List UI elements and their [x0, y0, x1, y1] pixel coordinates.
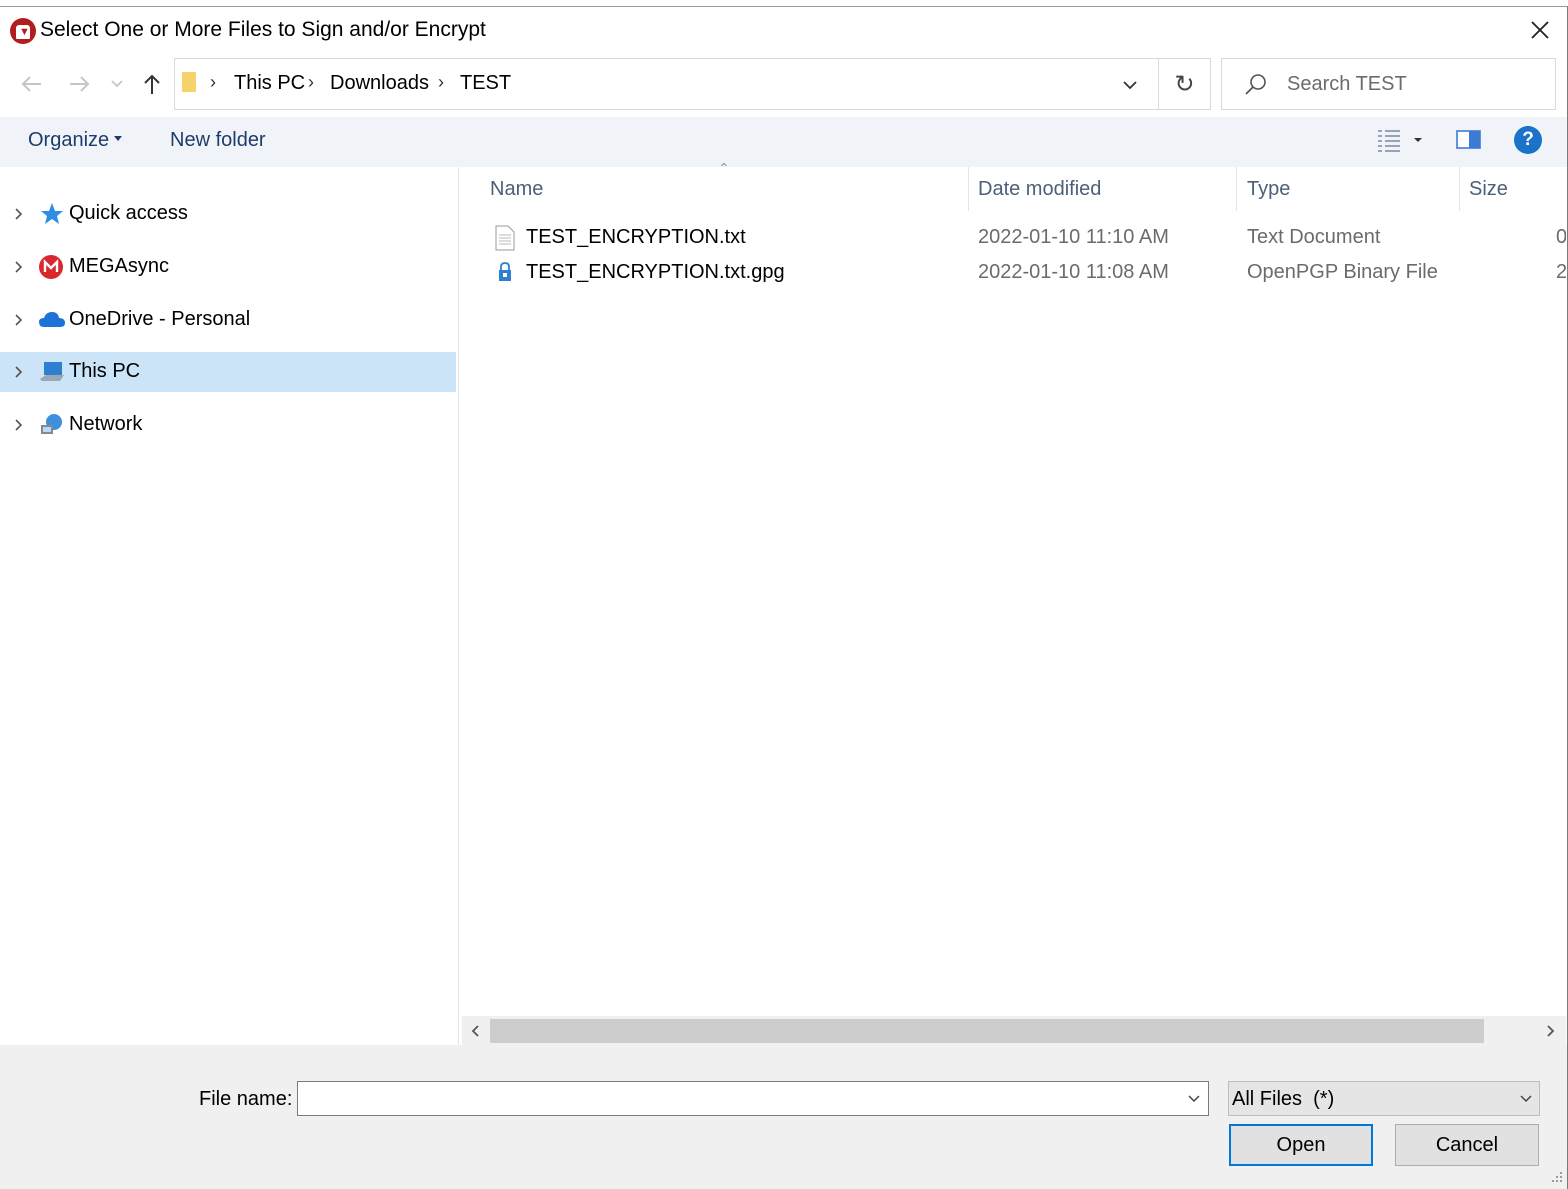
arrow-right-icon [70, 76, 90, 92]
navigation-pane: Quick access MEGAsync OneDrive - Persona… [0, 167, 458, 1045]
forward-button[interactable] [61, 66, 97, 102]
nav-item-label: Network [69, 413, 143, 435]
dialog-title: Select One or More Files to Sign and/or … [40, 18, 486, 41]
bottom-panel [0, 1045, 1567, 1189]
file-date-modified: 2022-01-10 11:10 AM [978, 226, 1169, 248]
file-type-dropdown[interactable] [1514, 1088, 1538, 1110]
text-file-icon [495, 225, 515, 251]
preview-pane-button[interactable] [1454, 126, 1484, 154]
file-row[interactable]: TEST_ENCRYPTION.txt.gpg 2022-01-10 11:08… [490, 257, 1566, 291]
search-icon [1243, 72, 1269, 98]
preview-pane-icon [1456, 130, 1481, 149]
column-header-size[interactable]: Size [1469, 178, 1508, 201]
breadcrumb-separator-icon: › [438, 72, 444, 92]
scroll-left-button[interactable] [466, 1020, 486, 1042]
chevron-right-icon[interactable] [12, 362, 26, 382]
file-name-input[interactable] [297, 1081, 1209, 1116]
file-name: TEST_ENCRYPTION.txt [526, 226, 746, 248]
folder-icon [182, 72, 196, 92]
nav-item-this-pc[interactable]: This PC [0, 352, 456, 392]
chevron-right-icon[interactable] [12, 257, 26, 277]
file-size: 0 [1556, 226, 1566, 248]
arrow-left-icon [21, 76, 41, 92]
up-button[interactable] [134, 66, 170, 102]
chevron-down-icon [1520, 1095, 1532, 1103]
kleopatra-app-icon: ▼ [10, 18, 36, 44]
mega-icon [38, 254, 64, 280]
address-history-dropdown[interactable] [1112, 70, 1148, 100]
arrow-up-icon [144, 74, 160, 94]
column-separator[interactable] [968, 167, 969, 211]
close-icon [1531, 21, 1549, 39]
details-view-icon [1378, 130, 1422, 152]
back-button[interactable] [14, 66, 50, 102]
file-name-label: File name: [199, 1088, 293, 1110]
file-name-dropdown[interactable] [1182, 1088, 1206, 1110]
help-icon: ? [1522, 129, 1534, 150]
breadcrumb-downloads[interactable]: Downloads [330, 72, 429, 95]
refresh-icon: ↻ [1174, 70, 1195, 98]
resize-grip-icon[interactable] [1548, 1168, 1564, 1184]
chevron-down-icon [1188, 1095, 1200, 1103]
network-icon [38, 412, 64, 438]
chevron-right-icon[interactable] [12, 415, 26, 435]
file-type: Text Document [1247, 226, 1381, 248]
scroll-right-button[interactable] [1540, 1020, 1560, 1042]
nav-item-onedrive[interactable]: OneDrive - Personal [0, 300, 456, 340]
column-separator[interactable] [1459, 167, 1460, 211]
caret-down-icon [114, 136, 122, 141]
file-date-modified: 2022-01-10 11:08 AM [978, 261, 1169, 283]
encrypted-file-icon [495, 260, 515, 286]
file-name: TEST_ENCRYPTION.txt.gpg [526, 261, 785, 283]
nav-item-quick-access[interactable]: Quick access [0, 194, 456, 234]
file-type-selected-value: All Files (*) [1232, 1088, 1335, 1110]
breadcrumb-separator-icon: › [210, 72, 216, 92]
chevron-down-icon [1123, 81, 1137, 90]
column-header-date-modified[interactable]: Date modified [978, 178, 1101, 201]
scrollbar-thumb[interactable] [490, 1019, 1484, 1043]
nav-item-label: Quick access [69, 202, 188, 224]
chevron-right-icon[interactable] [12, 310, 26, 330]
change-view-button[interactable] [1374, 126, 1430, 154]
breadcrumb-this-pc[interactable]: This PC [234, 72, 305, 95]
chevron-down-icon [111, 80, 123, 88]
open-button[interactable]: Open [1229, 1124, 1373, 1166]
search-placeholder: Search TEST [1287, 73, 1407, 95]
nav-item-label: OneDrive - Personal [69, 308, 251, 330]
cancel-button[interactable]: Cancel [1395, 1124, 1539, 1166]
breadcrumb-test[interactable]: TEST [460, 72, 511, 95]
file-size: 2 [1556, 261, 1566, 283]
sort-ascending-icon: ⌃ [718, 160, 730, 176]
organize-button[interactable]: Organize [28, 129, 109, 152]
close-button[interactable] [1520, 10, 1560, 50]
column-separator[interactable] [1236, 167, 1237, 211]
nav-item-label: MEGAsync [69, 255, 170, 277]
computer-icon [38, 359, 64, 385]
recent-locations-button[interactable] [102, 66, 132, 102]
help-button[interactable]: ? [1514, 126, 1542, 154]
pane-divider[interactable] [458, 167, 459, 1045]
breadcrumb-separator-icon: › [308, 72, 314, 92]
chevron-right-icon [1547, 1025, 1555, 1037]
column-header-name[interactable]: Name [490, 178, 543, 201]
new-folder-button[interactable]: New folder [170, 129, 266, 152]
nav-item-network[interactable]: Network [0, 405, 456, 445]
star-icon [38, 201, 64, 227]
cloud-icon [38, 307, 65, 333]
chevron-left-icon [471, 1025, 479, 1037]
nav-item-label: This PC [69, 360, 141, 382]
refresh-button[interactable]: ↻ [1158, 58, 1210, 110]
column-header-type[interactable]: Type [1247, 178, 1290, 201]
file-row[interactable]: TEST_ENCRYPTION.txt 2022-01-10 11:10 AM … [490, 222, 1566, 256]
chevron-right-icon[interactable] [12, 204, 26, 224]
file-type: OpenPGP Binary File [1247, 261, 1438, 283]
nav-item-megasync[interactable]: MEGAsync [0, 247, 456, 287]
